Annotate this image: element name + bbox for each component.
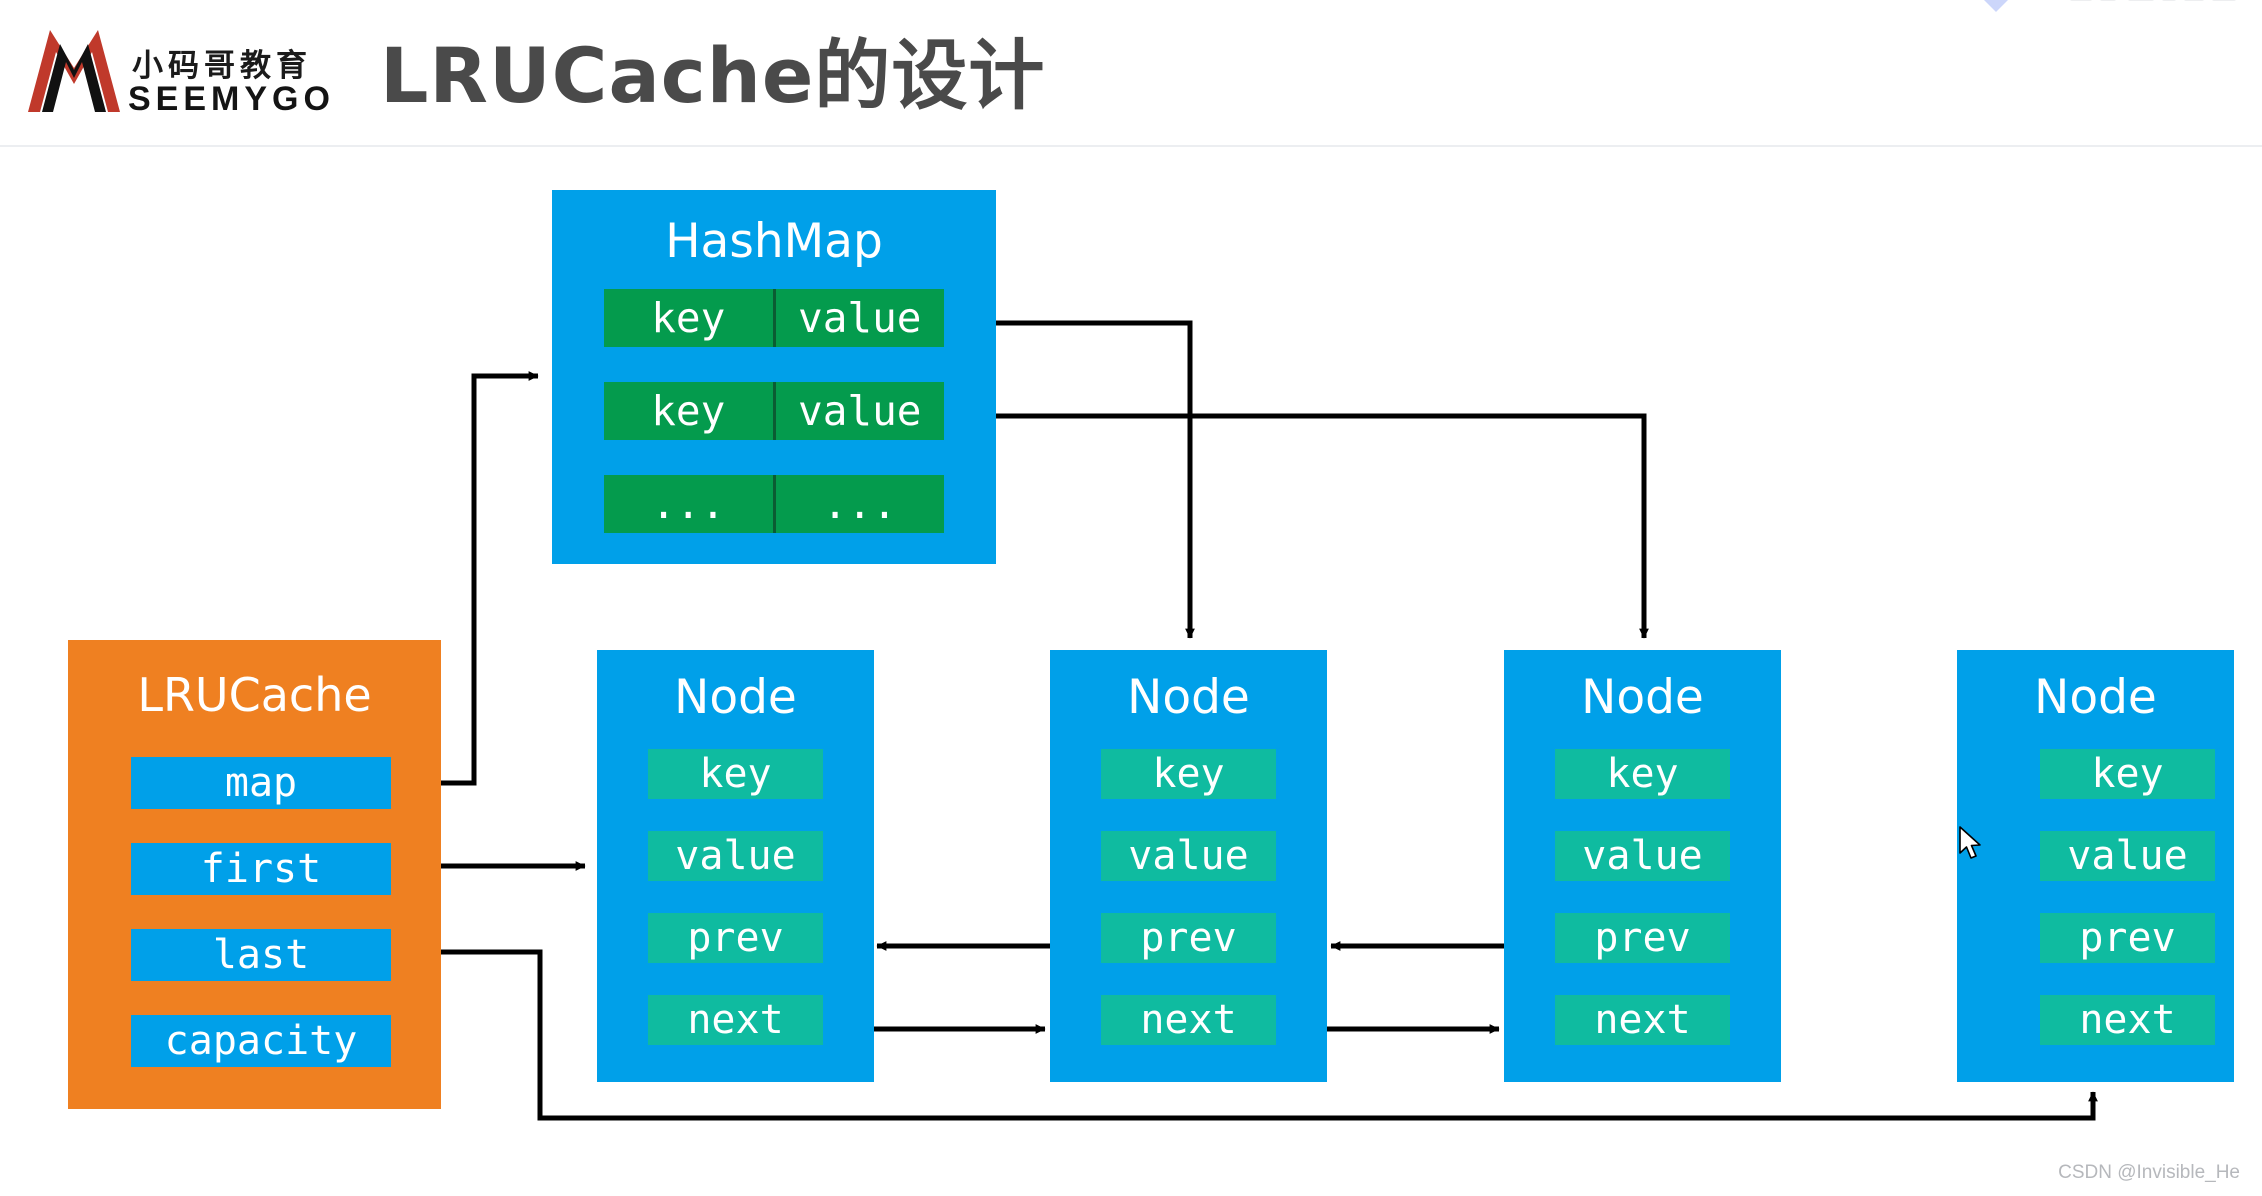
brand-logo-en: SEEMYGO (128, 80, 335, 118)
node-field-key[interactable]: key (648, 749, 823, 799)
node-field-next[interactable]: next (648, 995, 823, 1045)
hashmap-cell-ellipsis: ... (775, 475, 944, 533)
node-box-3[interactable]: Node key value prev next (1504, 650, 1781, 1082)
node-field-key[interactable]: key (1101, 749, 1276, 799)
lrucache-field-map[interactable]: map (131, 757, 391, 809)
node-field-prev[interactable]: prev (1555, 913, 1730, 963)
node-field-value[interactable]: value (2040, 831, 2215, 881)
mouse-cursor (1959, 826, 1981, 859)
hashmap-cell-key: key (604, 382, 776, 440)
hashmap-cell-value: value (775, 382, 944, 440)
node-field-prev[interactable]: prev (648, 913, 823, 963)
hashmap-row[interactable]: key value (604, 289, 944, 347)
hashmap-box[interactable]: HashMap key value key value ... ... (552, 190, 996, 564)
lrucache-field-last[interactable]: last (131, 929, 391, 981)
seemygo-m-logo-icon (28, 30, 120, 112)
lrucache-field-capacity[interactable]: capacity (131, 1015, 391, 1067)
node-box-2[interactable]: Node key value prev next (1050, 650, 1327, 1082)
csdn-watermark: CSDN @Invisible_He (2058, 1162, 2240, 1183)
brand-logo: 小码哥教育 SEEMYGO (24, 18, 354, 118)
slide-header: 小码哥教育 SEEMYGO LRUCache的设计 (0, 0, 2262, 147)
node-field-key[interactable]: key (1555, 749, 1730, 799)
hashmap-cell-key: key (604, 289, 776, 347)
node-field-next[interactable]: next (1555, 995, 1730, 1045)
node-field-key[interactable]: key (2040, 749, 2215, 799)
node-box-4[interactable]: Node key value prev next (1957, 650, 2234, 1082)
node-field-next[interactable]: next (1101, 995, 1276, 1045)
lrucache-field-first[interactable]: first (131, 843, 391, 895)
lrucache-title: LRUCache (137, 668, 372, 722)
lrucache-box[interactable]: LRUCache map first last capacity (68, 640, 441, 1109)
toolbar-text-fragment (2070, 0, 2240, 2)
node-field-next[interactable]: next (2040, 995, 2215, 1045)
node-field-prev[interactable]: prev (1101, 913, 1276, 963)
hashmap-cell-value: value (775, 289, 944, 347)
hashmap-row[interactable]: key value (604, 382, 944, 440)
node-field-value[interactable]: value (648, 831, 823, 881)
chevron-down-icon (1970, 0, 2022, 12)
brand-logo-cn: 小码哥教育 (132, 48, 312, 84)
slide-canvas: 小码哥教育 SEEMYGO LRUCache的设计 HashMap key va… (0, 0, 2262, 1196)
node-field-value[interactable]: value (1555, 831, 1730, 881)
connector-hashmap-row2-to-node3 (944, 413, 1649, 639)
page-title: LRUCache的设计 (380, 31, 1046, 120)
hashmap-row[interactable]: ... ... (604, 475, 944, 533)
hashmap-title: HashMap (665, 214, 883, 269)
node-title: Node (2034, 670, 2157, 725)
node-title: Node (674, 670, 797, 725)
hashmap-cell-ellipsis: ... (604, 475, 776, 533)
node-box-1[interactable]: Node key value prev next (597, 650, 874, 1082)
node-field-value[interactable]: value (1101, 831, 1276, 881)
header-divider (0, 145, 2262, 147)
node-field-prev[interactable]: prev (2040, 913, 2215, 963)
node-title: Node (1581, 670, 1704, 725)
top-right-partial-ui (1940, 0, 2240, 16)
node-title: Node (1127, 670, 1250, 725)
